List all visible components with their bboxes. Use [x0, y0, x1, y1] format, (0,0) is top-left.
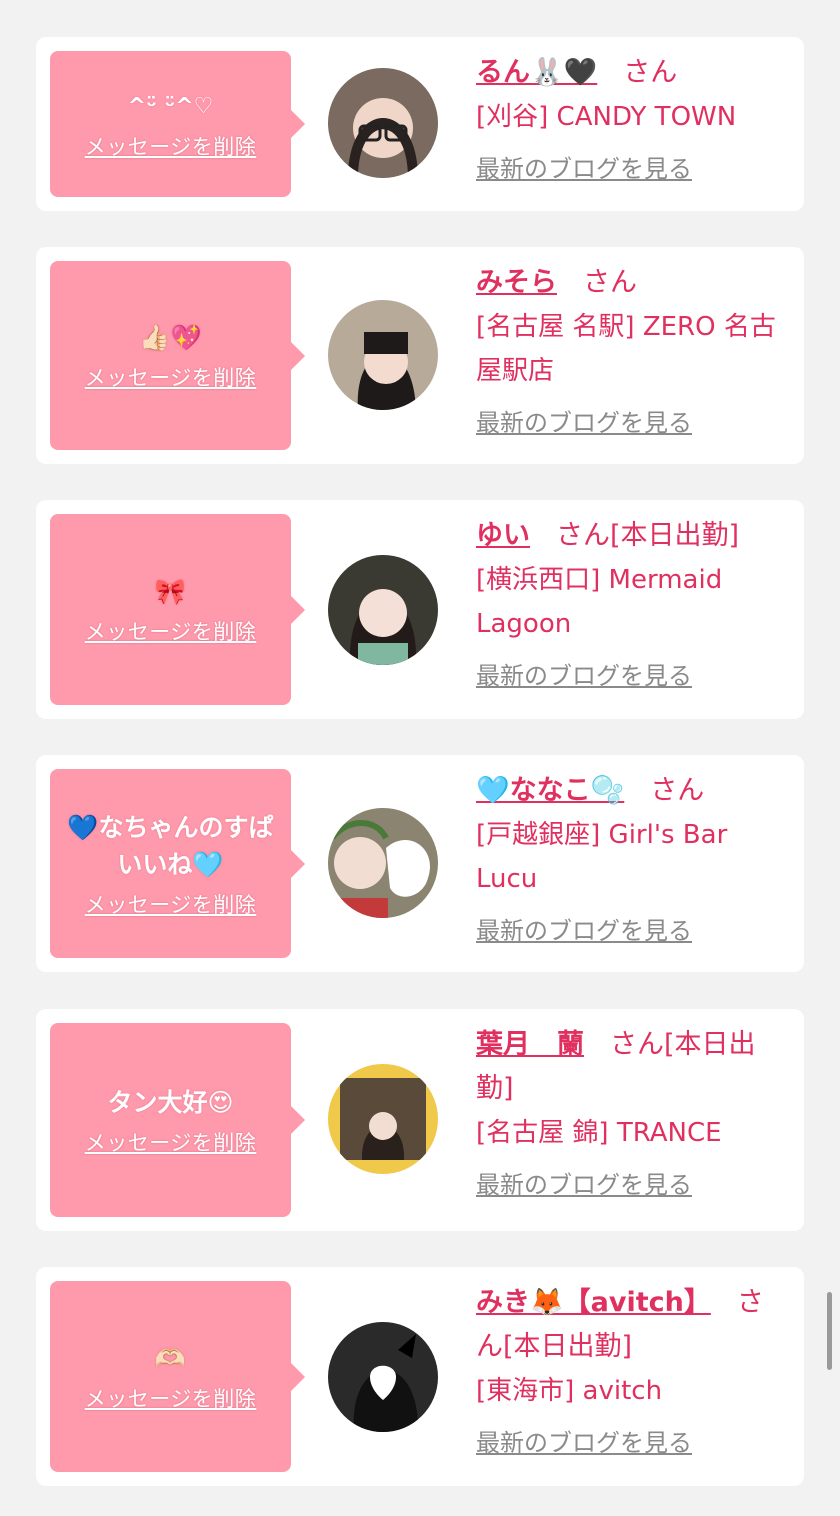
message-text: ^ᵕ̈ ᵕ̈^♡ [127, 93, 214, 119]
delete-message-link[interactable]: メッセージを削除 [85, 1383, 257, 1413]
cast-name-link[interactable]: 葉月 蘭 [476, 1029, 584, 1060]
shop-name: [刈谷] CANDY TOWN [476, 102, 737, 132]
shop-name: [戸越銀座] Girl's Bar Lucu [476, 820, 728, 894]
message-bubble: タン大好😍 メッセージを削除 [50, 1023, 305, 1217]
message-card: 🫶🏻 メッセージを削除 みき🦊【avitch】 さん[本日出勤] [東海市] av… [36, 1267, 804, 1486]
avatar[interactable] [328, 68, 438, 178]
message-bubble: 🎀 メッセージを削除 [50, 514, 305, 705]
cast-name-link[interactable]: みそら [476, 267, 557, 298]
scrollbar[interactable] [827, 1292, 832, 1370]
delete-message-link[interactable]: メッセージを削除 [85, 616, 257, 646]
cast-info: みき🦊【avitch】 さん[本日出勤] [東海市] avitch 最新のブログを… [476, 1281, 776, 1461]
cast-info: 葉月 蘭さん[本日出勤] [名古屋 錦] TRANCE 最新のブログを見る [476, 1023, 776, 1203]
shop-name: [名古屋 錦] TRANCE [476, 1118, 722, 1148]
cast-info: ゆい さん[本日出勤] [横浜西口] Mermaid Lagoon 最新のブログを… [476, 514, 776, 694]
delete-message-link[interactable]: メッセージを削除 [85, 362, 257, 392]
cast-info: 🩵ななこ🫧 さん [戸越銀座] Girl's Bar Lucu 最新のブログを見る [476, 769, 776, 949]
cast-suffix: さん [650, 775, 705, 806]
latest-blog-link[interactable]: 最新のブログを見る [476, 151, 692, 187]
delete-message-link[interactable]: メッセージを削除 [85, 1127, 257, 1157]
cast-name-link[interactable]: るん🐰🖤 [476, 57, 597, 88]
avatar[interactable] [328, 555, 438, 665]
cast-name-link[interactable]: みき🦊【avitch】 [476, 1287, 711, 1318]
message-text: 💙なちゃんのすぱいいね🩵 [67, 812, 274, 879]
message-card: タン大好😍 メッセージを削除 葉月 蘭さん[本日出勤] [名古屋 錦] TRAN… [36, 1009, 804, 1231]
shop-name: [東海市] avitch [476, 1376, 663, 1406]
latest-blog-link[interactable]: 最新のブログを見る [476, 405, 692, 441]
latest-blog-link[interactable]: 最新のブログを見る [476, 913, 692, 949]
latest-blog-link[interactable]: 最新のブログを見る [476, 1425, 692, 1461]
latest-blog-link[interactable]: 最新のブログを見る [476, 658, 692, 694]
cast-suffix: さん [583, 267, 637, 298]
message-card: 🎀 メッセージを削除 ゆい さん[本日出勤] [横浜西口] Mermaid Lag… [36, 500, 804, 719]
latest-blog-link[interactable]: 最新のブログを見る [476, 1167, 692, 1203]
message-bubble: ^ᵕ̈ ᵕ̈^♡ メッセージを削除 [50, 51, 305, 197]
message-text: 🎀 [154, 577, 187, 606]
message-text: 👍🏻💖 [139, 323, 202, 352]
shop-name: [名古屋 名駅] ZERO 名古屋駅店 [476, 312, 776, 386]
message-text: タン大好😍 [107, 1087, 234, 1117]
message-text: 🫶🏻 [154, 1344, 187, 1373]
delete-message-link[interactable]: メッセージを削除 [85, 131, 257, 161]
message-bubble: 👍🏻💖 メッセージを削除 [50, 261, 305, 450]
cast-suffix: さん[本日出勤] [556, 520, 740, 551]
delete-message-link[interactable]: メッセージを削除 [85, 889, 257, 919]
message-card: 👍🏻💖 メッセージを削除 みそら さん [名古屋 名駅] ZERO 名古屋駅店 最… [36, 247, 804, 464]
cast-name-link[interactable]: ゆい [476, 520, 530, 551]
avatar[interactable] [328, 300, 438, 410]
message-bubble: 💙なちゃんのすぱいいね🩵 メッセージを削除 [50, 769, 305, 958]
message-bubble: 🫶🏻 メッセージを削除 [50, 1281, 305, 1472]
cast-info: るん🐰🖤 さん [刈谷] CANDY TOWN 最新のブログを見る [476, 51, 776, 187]
message-card: ^ᵕ̈ ᵕ̈^♡ メッセージを削除 るん🐰🖤 さん [刈谷] CANDY TOWN… [36, 37, 804, 211]
avatar[interactable] [328, 1322, 438, 1432]
cast-suffix: さん [623, 57, 678, 88]
avatar[interactable] [328, 1064, 438, 1174]
cast-info: みそら さん [名古屋 名駅] ZERO 名古屋駅店 最新のブログを見る [476, 261, 776, 441]
message-card: 💙なちゃんのすぱいいね🩵 メッセージを削除 🩵ななこ🫧 さん [戸越銀座] Gir… [36, 755, 804, 972]
cast-name-link[interactable]: 🩵ななこ🫧 [476, 775, 624, 806]
avatar[interactable] [328, 808, 438, 918]
shop-name: [横浜西口] Mermaid Lagoon [476, 565, 723, 639]
